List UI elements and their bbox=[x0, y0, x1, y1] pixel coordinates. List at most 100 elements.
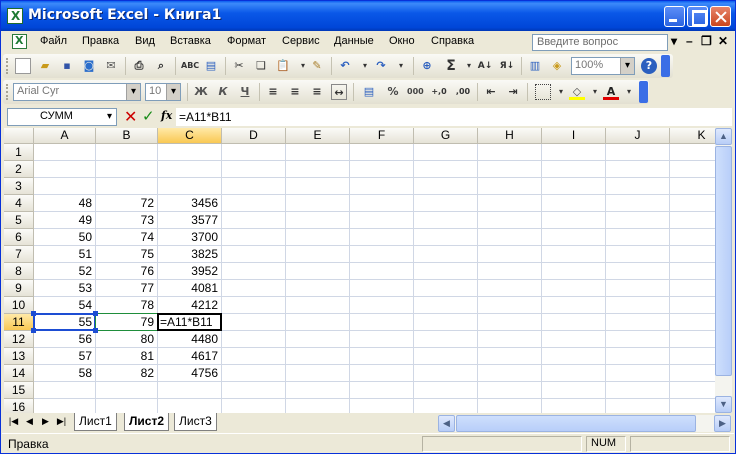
bold-button[interactable]: Ж bbox=[193, 84, 209, 100]
cell-k15[interactable] bbox=[670, 382, 715, 399]
cell-j6[interactable] bbox=[606, 229, 670, 246]
cell-c10[interactable]: 4212 bbox=[158, 297, 222, 314]
column-header-f[interactable]: F bbox=[350, 128, 414, 144]
cell-b8[interactable]: 76 bbox=[96, 263, 158, 280]
align-right-icon[interactable]: ≡ bbox=[309, 84, 325, 100]
cell-g5[interactable] bbox=[414, 212, 478, 229]
cell-j1[interactable] bbox=[606, 144, 670, 161]
cell-f15[interactable] bbox=[350, 382, 414, 399]
chart-wizard-icon[interactable]: ▥ bbox=[527, 58, 543, 74]
cell-h9[interactable] bbox=[478, 280, 542, 297]
cell-g13[interactable] bbox=[414, 348, 478, 365]
cell-i13[interactable] bbox=[542, 348, 606, 365]
cell-d8[interactable] bbox=[222, 263, 286, 280]
hyperlink-icon[interactable]: ⊕ bbox=[419, 58, 435, 74]
range-handle[interactable] bbox=[31, 328, 36, 333]
row-header-16[interactable]: 16 bbox=[4, 399, 34, 413]
cell-a9[interactable]: 53 bbox=[34, 280, 96, 297]
cell-k1[interactable] bbox=[670, 144, 715, 161]
vertical-scrollbar[interactable]: ▲ ▼ bbox=[715, 128, 732, 413]
row-header-3[interactable]: 3 bbox=[4, 178, 34, 195]
cell-d11[interactable] bbox=[222, 314, 286, 331]
cell-j13[interactable] bbox=[606, 348, 670, 365]
cell-f10[interactable] bbox=[350, 297, 414, 314]
cell-c12[interactable]: 4480 bbox=[158, 331, 222, 348]
paste-icon[interactable]: 📋 bbox=[275, 58, 291, 74]
cell-b15[interactable] bbox=[96, 382, 158, 399]
cell-f12[interactable] bbox=[350, 331, 414, 348]
toolbar-options-icon[interactable] bbox=[661, 55, 670, 77]
menu-window[interactable]: Окно bbox=[389, 35, 415, 47]
column-header-h[interactable]: H bbox=[478, 128, 542, 144]
font-color-dropdown-icon[interactable]: ▾ bbox=[621, 84, 637, 100]
cell-e16[interactable] bbox=[286, 399, 350, 413]
print-icon[interactable]: ⎙ bbox=[131, 58, 147, 74]
toolbar-options-icon[interactable] bbox=[639, 81, 648, 103]
cell-b1[interactable] bbox=[96, 144, 158, 161]
cell-g4[interactable] bbox=[414, 195, 478, 212]
font-color-icon[interactable]: A bbox=[603, 84, 619, 100]
cell-j3[interactable] bbox=[606, 178, 670, 195]
row-header-13[interactable]: 13 bbox=[4, 348, 34, 365]
cell-e12[interactable] bbox=[286, 331, 350, 348]
copy-icon[interactable]: ❏ bbox=[253, 58, 269, 74]
cell-j7[interactable] bbox=[606, 246, 670, 263]
close-button[interactable] bbox=[710, 6, 731, 27]
comma-style-button[interactable]: 000 bbox=[407, 84, 424, 100]
cell-d5[interactable] bbox=[222, 212, 286, 229]
enter-check-icon[interactable]: ✓ bbox=[142, 107, 155, 125]
cell-d15[interactable] bbox=[222, 382, 286, 399]
menu-format[interactable]: Формат bbox=[227, 35, 266, 47]
cell-a1[interactable] bbox=[34, 144, 96, 161]
column-header-a[interactable]: A bbox=[34, 128, 96, 144]
align-left-icon[interactable]: ≡ bbox=[265, 84, 281, 100]
cell-c15[interactable] bbox=[158, 382, 222, 399]
zoom-select[interactable]: 100% bbox=[571, 57, 635, 75]
cell-k5[interactable] bbox=[670, 212, 715, 229]
cell-g2[interactable] bbox=[414, 161, 478, 178]
cell-e2[interactable] bbox=[286, 161, 350, 178]
help-question-box[interactable]: Введите вопрос bbox=[532, 34, 668, 51]
cell-e10[interactable] bbox=[286, 297, 350, 314]
save-icon[interactable]: ▪ bbox=[59, 58, 75, 74]
cell-k13[interactable] bbox=[670, 348, 715, 365]
scroll-right-icon[interactable]: ▶ bbox=[714, 415, 731, 432]
cell-g14[interactable] bbox=[414, 365, 478, 382]
cell-a13[interactable]: 57 bbox=[34, 348, 96, 365]
row-header-15[interactable]: 15 bbox=[4, 382, 34, 399]
menu-help[interactable]: Справка bbox=[431, 35, 474, 47]
cell-b12[interactable]: 80 bbox=[96, 331, 158, 348]
column-header-i[interactable]: I bbox=[542, 128, 606, 144]
decrease-indent-icon[interactable]: ⇤ bbox=[483, 84, 499, 100]
spelling-icon[interactable]: ABC bbox=[181, 58, 199, 74]
cell-f13[interactable] bbox=[350, 348, 414, 365]
fill-color-icon[interactable]: ◇ bbox=[569, 84, 585, 100]
font-name-select[interactable]: Arial Cyr bbox=[13, 83, 141, 101]
cell-h14[interactable] bbox=[478, 365, 542, 382]
menu-edit[interactable]: Правка bbox=[82, 35, 119, 47]
cell-a8[interactable]: 52 bbox=[34, 263, 96, 280]
help-icon[interactable]: ? bbox=[641, 58, 657, 74]
cell-d10[interactable] bbox=[222, 297, 286, 314]
redo-dropdown-icon[interactable]: ▾ bbox=[393, 58, 409, 74]
cell-e1[interactable] bbox=[286, 144, 350, 161]
cell-b4[interactable]: 72 bbox=[96, 195, 158, 212]
cell-k3[interactable] bbox=[670, 178, 715, 195]
cell-d6[interactable] bbox=[222, 229, 286, 246]
cut-icon[interactable]: ✂ bbox=[231, 58, 247, 74]
cell-k14[interactable] bbox=[670, 365, 715, 382]
cell-b16[interactable] bbox=[96, 399, 158, 413]
minimize-button[interactable] bbox=[664, 6, 685, 27]
merge-center-icon[interactable]: ↔ bbox=[331, 84, 347, 100]
horizontal-scrollbar[interactable]: ◀ ▶ bbox=[438, 415, 731, 432]
doc-minimize-icon[interactable]: – bbox=[686, 34, 693, 48]
cell-d13[interactable] bbox=[222, 348, 286, 365]
cell-j4[interactable] bbox=[606, 195, 670, 212]
cell-a7[interactable]: 51 bbox=[34, 246, 96, 263]
cell-b11[interactable]: 79 bbox=[96, 314, 158, 331]
cell-f2[interactable] bbox=[350, 161, 414, 178]
cell-i3[interactable] bbox=[542, 178, 606, 195]
cell-j12[interactable] bbox=[606, 331, 670, 348]
cell-b10[interactable]: 78 bbox=[96, 297, 158, 314]
cell-c8[interactable]: 3952 bbox=[158, 263, 222, 280]
